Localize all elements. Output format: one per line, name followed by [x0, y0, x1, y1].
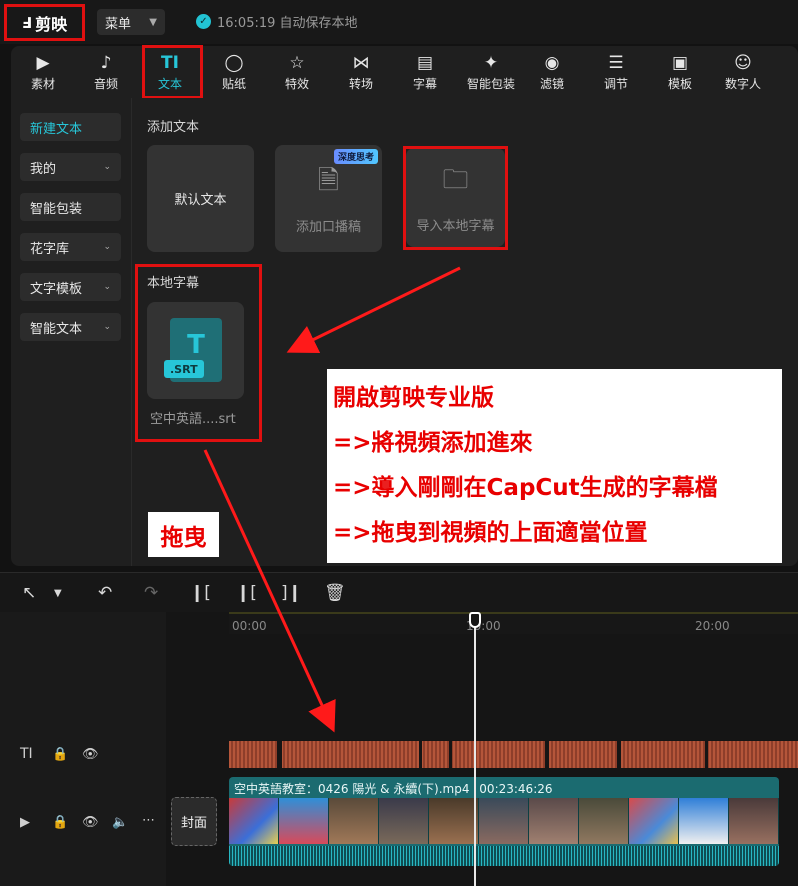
annotation-arrows — [203, 266, 461, 733]
arrow-drag-to-track — [203, 449, 336, 733]
arrow-import-to-local — [286, 266, 461, 353]
